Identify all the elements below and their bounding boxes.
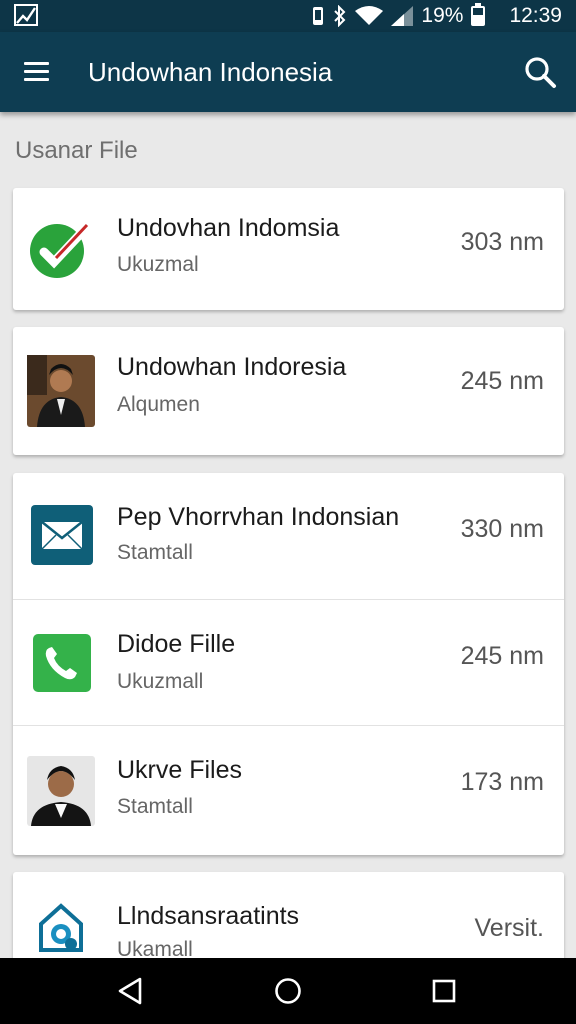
home-icon[interactable] — [272, 975, 304, 1007]
item-title: Undowhan Indoresia — [117, 353, 347, 381]
item-subtitle: Stamtall — [117, 795, 193, 818]
item-title: Undovhan Indomsia — [117, 214, 340, 242]
file-card: Llndsansraatints Ukamall Versit. — [13, 872, 564, 972]
battery-icon — [471, 3, 486, 26]
item-subtitle: Ukuzmall — [117, 670, 204, 693]
app-title: Undowhan Indonesia — [88, 57, 333, 87]
item-size: Versit. — [474, 914, 544, 942]
app-bar: Undowhan Indonesia — [0, 32, 576, 112]
item-size: 245 nm — [460, 367, 544, 395]
item-subtitle: Stamtall — [117, 541, 193, 564]
battery-percent: 19% — [421, 4, 464, 27]
person-photo-icon — [27, 756, 95, 826]
phone-icon — [33, 634, 91, 692]
list-item[interactable]: Ukrve Files Stamtall 173 nm — [13, 725, 564, 855]
signal-icon — [391, 6, 414, 26]
house-badge-icon — [39, 903, 83, 952]
navigation-bar — [0, 958, 576, 1024]
image-icon — [14, 4, 38, 26]
vibrate-icon — [313, 7, 324, 25]
menu-icon[interactable] — [22, 58, 52, 86]
item-size: 303 nm — [460, 228, 544, 256]
wifi-icon — [355, 6, 384, 25]
list-item[interactable]: Llndsansraatints Ukamall Versit. — [13, 872, 564, 972]
status-bar: 19% 12:39 — [0, 0, 576, 32]
file-card: Undowhan Indoresia Alqumen 245 nm — [13, 327, 564, 455]
section-header: Usanar File — [15, 137, 138, 164]
clock: 12:39 — [509, 4, 562, 27]
check-icon — [30, 223, 90, 278]
file-card: Pep Vhorrvhan Indonsian Stamtall 330 nm … — [13, 473, 564, 855]
search-icon[interactable] — [522, 54, 558, 90]
item-title: Llndsansraatints — [117, 902, 300, 930]
item-subtitle: Ukuzmal — [117, 253, 199, 276]
back-icon[interactable] — [114, 975, 146, 1007]
item-size: 245 nm — [460, 642, 544, 670]
item-title: Pep Vhorrvhan Indonsian — [117, 503, 400, 531]
list-item[interactable]: Undovhan Indomsia Ukuzmal 303 nm — [13, 188, 564, 310]
item-size: 173 nm — [460, 768, 544, 796]
list-item[interactable]: Undowhan Indoresia Alqumen 245 nm — [13, 327, 564, 455]
item-title: Didoe Fille — [117, 630, 236, 658]
list-item[interactable]: Pep Vhorrvhan Indonsian Stamtall 330 nm — [13, 473, 564, 599]
mail-icon — [31, 505, 93, 565]
file-card: Undovhan Indomsia Ukuzmal 303 nm — [13, 188, 564, 310]
recents-icon[interactable] — [428, 975, 460, 1007]
item-subtitle: Alqumen — [117, 393, 200, 416]
item-size: 330 nm — [460, 515, 544, 543]
item-title: Ukrve Files — [117, 756, 243, 784]
list-item[interactable]: Didoe Fille Ukuzmall 245 nm — [13, 599, 564, 725]
person-photo-icon — [27, 355, 95, 427]
bluetooth-icon — [334, 5, 346, 27]
